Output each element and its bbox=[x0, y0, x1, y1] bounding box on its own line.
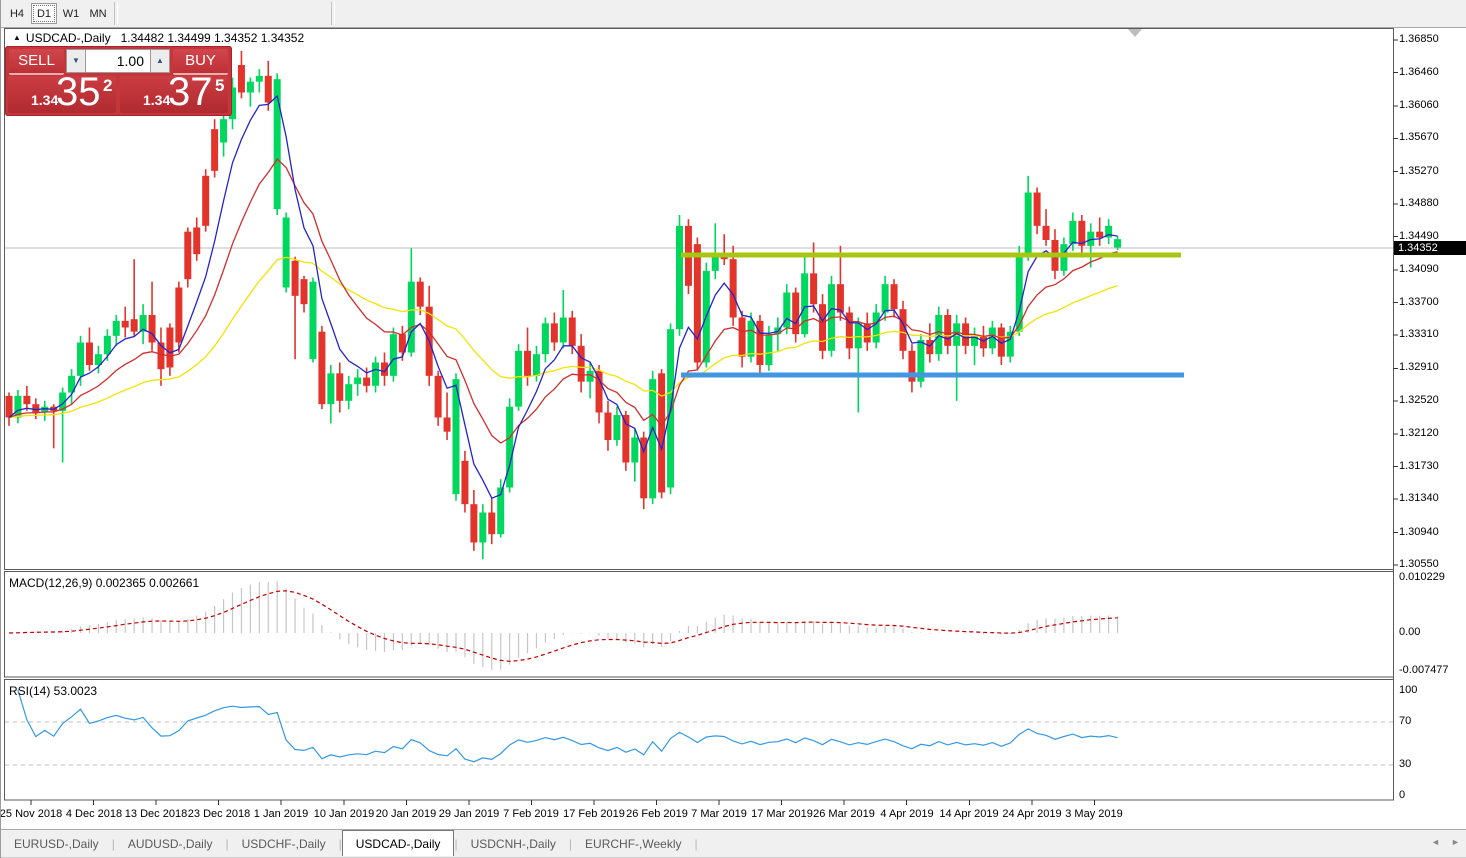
indicator-axis-label: 0.010229 bbox=[1399, 571, 1445, 583]
buy-price-main: 37 bbox=[168, 70, 213, 115]
indicator-axis-label: 0.00 bbox=[1399, 626, 1420, 638]
date-axis-label: 13 Dec 2018 bbox=[125, 808, 187, 820]
date-axis-label: 4 Dec 2018 bbox=[66, 808, 122, 820]
bid-price-tag: 1.34352 bbox=[1394, 241, 1466, 255]
chart-tab-usdcad[interactable]: USDCAD-,Daily bbox=[342, 830, 455, 856]
rsi-indicator-label: RSI(14) 53.0023 bbox=[9, 684, 97, 698]
macd-signal-line bbox=[9, 591, 1118, 662]
chart-tab-eurchf[interactable]: EURCHF-,Weekly bbox=[572, 831, 694, 857]
price-axis-label: 1.30550 bbox=[1399, 558, 1439, 570]
chart-canvas[interactable] bbox=[1, 0, 1466, 858]
price-axis-label: 1.36850 bbox=[1399, 33, 1439, 45]
price-axis-label: 1.34090 bbox=[1399, 263, 1439, 275]
timeframe-button-d1[interactable]: D1 bbox=[31, 3, 57, 24]
price-axis-label: 1.31340 bbox=[1399, 492, 1439, 504]
price-axis-label: 1.31730 bbox=[1399, 460, 1439, 472]
price-axis-label: 1.33700 bbox=[1399, 296, 1439, 308]
date-axis-label: 7 Mar 2019 bbox=[691, 808, 747, 820]
date-axis-label: 29 Jan 2019 bbox=[439, 808, 500, 820]
date-axis-label: 26 Mar 2019 bbox=[813, 808, 875, 820]
date-axis-label: 23 Dec 2018 bbox=[188, 808, 250, 820]
price-axis-label: 1.36460 bbox=[1399, 66, 1439, 78]
sell-price-pip: 2 bbox=[103, 76, 112, 96]
date-axis-label: 17 Feb 2019 bbox=[563, 808, 625, 820]
sell-price-main: 35 bbox=[56, 70, 101, 115]
terminal-window: H4D1W1MN ▲ USDCAD-,Daily 1.34482 1.34499 1… bbox=[0, 0, 1466, 858]
macd-histogram bbox=[9, 581, 1118, 670]
timeframe-button-mn[interactable]: MN bbox=[85, 3, 111, 24]
collapse-panel-icon[interactable]: ▲ bbox=[13, 33, 21, 42]
support-line[interactable] bbox=[681, 373, 1184, 378]
timeframe-button-w1[interactable]: W1 bbox=[58, 3, 84, 24]
chart-tab-bar: ◄ ► EURUSD-,Daily|AUDUSD-,Daily|USDCHF-,… bbox=[1, 829, 1466, 858]
date-axis-label: 14 Apr 2019 bbox=[939, 808, 998, 820]
rsi-line bbox=[18, 690, 1118, 762]
indicator-axis-label: 100 bbox=[1399, 684, 1417, 696]
chart-tab-eurusd[interactable]: EURUSD-,Daily bbox=[1, 831, 112, 857]
buy-price-button[interactable]: 1.34 37 5 bbox=[120, 76, 228, 113]
date-axis-label: 24 Apr 2019 bbox=[1002, 808, 1061, 820]
chart-tab-usdcnh[interactable]: USDCNH-,Daily bbox=[458, 831, 569, 857]
candlestick-series[interactable] bbox=[6, 51, 1122, 559]
date-axis-label: 3 May 2019 bbox=[1065, 808, 1122, 820]
price-axis-label: 1.32520 bbox=[1399, 394, 1439, 406]
price-axis-label: 1.33310 bbox=[1399, 328, 1439, 340]
price-axis-label: 1.30940 bbox=[1399, 526, 1439, 538]
sell-price-prefix: 1.34 bbox=[31, 92, 58, 108]
price-axis-label: 1.35670 bbox=[1399, 131, 1439, 143]
chart-shift-icon[interactable] bbox=[1128, 29, 1142, 37]
macd-indicator-label: MACD(12,26,9) 0.002365 0.002661 bbox=[9, 576, 199, 590]
price-axis-label: 1.35270 bbox=[1399, 165, 1439, 177]
date-axis-label: 26 Feb 2019 bbox=[626, 808, 688, 820]
timeframe-button-h4[interactable]: H4 bbox=[4, 3, 30, 24]
price-axis-label: 1.36060 bbox=[1399, 99, 1439, 111]
symbol-period-label: USDCAD-,Daily bbox=[26, 31, 111, 45]
resistance-line[interactable] bbox=[681, 253, 1181, 258]
date-axis-label: 4 Apr 2019 bbox=[880, 808, 933, 820]
date-axis-label: 20 Jan 2019 bbox=[376, 808, 437, 820]
sell-price-button[interactable]: 1.34 35 2 bbox=[8, 76, 116, 113]
chart-tab-usdchf[interactable]: USDCHF-,Daily bbox=[229, 831, 339, 857]
date-axis-label: 10 Jan 2019 bbox=[314, 808, 375, 820]
buy-price-pip: 5 bbox=[215, 76, 224, 96]
price-axis-label: 1.32910 bbox=[1399, 361, 1439, 373]
tab-scroll-left-icon[interactable]: ◄ bbox=[1431, 837, 1440, 847]
date-axis-label: 17 Mar 2019 bbox=[751, 808, 813, 820]
tab-separator: | bbox=[694, 837, 697, 851]
buy-price-prefix: 1.34 bbox=[143, 92, 170, 108]
one-click-trading-panel: SELL ▼ ▲ BUY 1.34 35 2 1.34 37 5 bbox=[5, 46, 232, 116]
indicator-axis-label: 0 bbox=[1399, 789, 1405, 801]
indicator-axis-label: -0.007477 bbox=[1399, 664, 1449, 676]
price-axis-label: 1.32120 bbox=[1399, 427, 1439, 439]
date-axis-label: 7 Feb 2019 bbox=[503, 808, 559, 820]
date-axis-label: 1 Jan 2019 bbox=[254, 808, 308, 820]
indicator-axis-label: 30 bbox=[1399, 758, 1411, 770]
indicator-axis-label: 70 bbox=[1399, 715, 1411, 727]
toolbar-separator bbox=[331, 2, 335, 25]
timeframe-toolbar: H4D1W1MN bbox=[1, 0, 1466, 28]
chart-title: ▲ USDCAD-,Daily 1.34482 1.34499 1.34352 1.… bbox=[13, 31, 304, 45]
price-axis-label: 1.34880 bbox=[1399, 197, 1439, 209]
chart-tab-audusd[interactable]: AUDUSD-,Daily bbox=[115, 831, 226, 857]
date-axis-label: 25 Nov 2018 bbox=[0, 808, 62, 820]
toolbar-separator bbox=[114, 2, 118, 25]
ohlc-values: 1.34482 1.34499 1.34352 1.34352 bbox=[121, 31, 305, 45]
tab-scroll-right-icon[interactable]: ► bbox=[1451, 837, 1460, 847]
